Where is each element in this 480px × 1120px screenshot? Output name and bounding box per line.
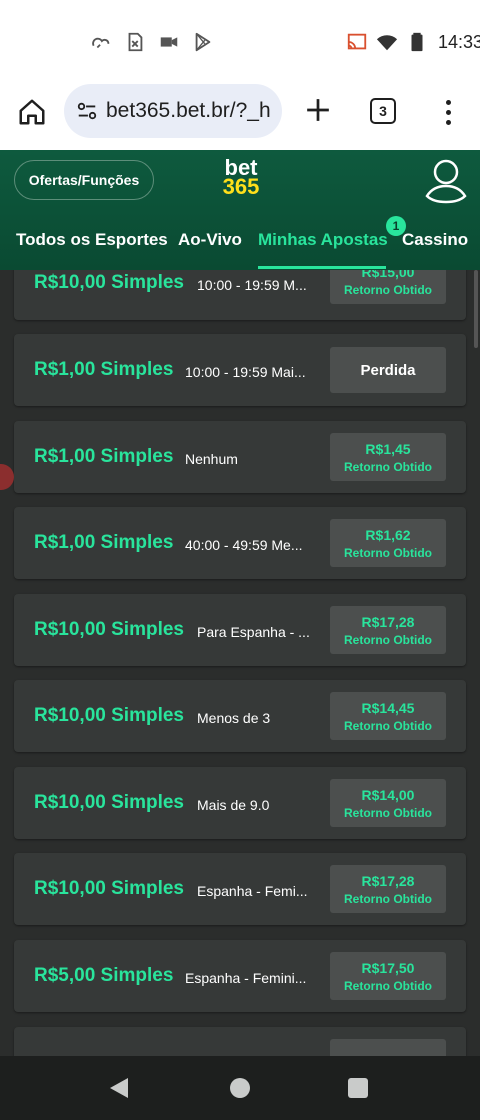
return-amount: R$17,28 bbox=[361, 872, 415, 889]
cashout-result[interactable]: R$14,45 Retorno Obtido bbox=[330, 692, 446, 740]
plus-icon bbox=[307, 99, 329, 121]
bet-card[interactable]: R$1,00 Simples 40:00 - 49:59 Me... R$1,6… bbox=[14, 507, 466, 579]
return-amount: R$1,62 bbox=[365, 526, 411, 543]
cashout-result[interactable]: R$1,62 Retorno Obtido bbox=[330, 519, 446, 567]
bet-description: Mais de 9.0 bbox=[197, 797, 270, 813]
bet-description: Menos de 3 bbox=[197, 710, 271, 726]
return-amount: R$15,00 bbox=[361, 270, 415, 280]
play-store-icon bbox=[195, 32, 211, 52]
bet-card[interactable]: R$10,00 Simples Para Espanha - ... R$17,… bbox=[14, 594, 466, 666]
notification-icons bbox=[90, 31, 214, 53]
tab-cassino[interactable]: Cassino bbox=[402, 230, 468, 250]
active-tab-indicator bbox=[258, 266, 386, 269]
battery-icon bbox=[411, 32, 423, 52]
main-nav: Todos os Esportes Ao-Vivo Minhas Apostas… bbox=[0, 216, 480, 270]
bet-card[interactable] bbox=[14, 1027, 466, 1056]
address-bar[interactable]: bet365.bet.br/?_h bbox=[64, 84, 282, 138]
bet-description: Para Espanha - ... bbox=[197, 624, 310, 640]
home-nav-icon[interactable] bbox=[230, 1078, 250, 1098]
return-label: Retorno Obtido bbox=[344, 545, 432, 560]
wifi-icon bbox=[376, 35, 398, 51]
bets-list: R$10,00 Simples 10:00 - 19:59 M... R$15,… bbox=[0, 270, 480, 1056]
return-amount: R$14,45 bbox=[361, 699, 415, 716]
bet-card[interactable]: R$10,00 Simples Menos de 3 R$14,45 Retor… bbox=[14, 680, 466, 752]
cast-icon bbox=[347, 33, 367, 50]
bet-stake: R$1,00 Simples bbox=[34, 532, 174, 553]
bet-description: Espanha - Femini... bbox=[185, 970, 307, 986]
bet-description: Nenhum bbox=[185, 451, 238, 467]
return-label: Retorno Obtido bbox=[344, 978, 432, 993]
return-label: Retorno Obtido bbox=[344, 459, 432, 474]
return-amount: R$14,00 bbox=[361, 786, 415, 803]
recent-apps-icon[interactable] bbox=[348, 1078, 368, 1098]
user-account-icon[interactable] bbox=[424, 156, 468, 204]
home-button[interactable] bbox=[14, 94, 50, 130]
bet-stake: R$10,00 Simples bbox=[34, 619, 184, 640]
bet-description: 40:00 - 49:59 Me... bbox=[185, 537, 303, 553]
tab-minhas-apostas[interactable]: Minhas Apostas bbox=[258, 230, 388, 250]
system-icons: 14:33 bbox=[346, 31, 480, 53]
return-label: Retorno Obtido bbox=[344, 805, 432, 820]
cashout-result[interactable]: R$15,00 Retorno Obtido bbox=[330, 270, 446, 304]
return-label: Retorno Obtido bbox=[344, 632, 432, 647]
browser-menu-button[interactable] bbox=[436, 92, 460, 132]
cashout-result[interactable]: R$17,28 Retorno Obtido bbox=[330, 865, 446, 913]
bet365-logo[interactable]: bet 365 bbox=[219, 157, 263, 199]
bet-stake: R$1,00 Simples bbox=[34, 446, 174, 467]
site-header: Ofertas/Funções bet 365 Todos os Esporte… bbox=[0, 150, 480, 270]
bet-description: Espanha - Femi... bbox=[197, 883, 308, 899]
tab-ao-vivo[interactable]: Ao-Vivo bbox=[178, 230, 242, 250]
return-label: Retorno Obtido bbox=[344, 891, 432, 906]
return-amount: R$17,28 bbox=[361, 613, 415, 630]
bet-stake: R$10,00 Simples bbox=[34, 878, 184, 899]
back-icon[interactable] bbox=[108, 1076, 130, 1100]
bet-card[interactable]: R$10,00 Simples 10:00 - 19:59 M... R$15,… bbox=[14, 270, 466, 320]
bet-description: 10:00 - 19:59 Mai... bbox=[185, 364, 306, 380]
return-amount: R$17,50 bbox=[361, 959, 415, 976]
cloud-sync-icon bbox=[92, 37, 110, 49]
home-icon bbox=[19, 99, 45, 125]
return-amount: R$1,45 bbox=[365, 440, 411, 457]
lost-result[interactable]: Perdida bbox=[330, 347, 446, 393]
bet-card[interactable]: R$10,00 Simples Espanha - Femi... R$17,2… bbox=[14, 853, 466, 925]
browser-toolbar: bet365.bet.br/?_h 3 bbox=[0, 84, 480, 150]
bet-card[interactable]: R$10,00 Simples Mais de 9.0 R$14,00 Reto… bbox=[14, 767, 466, 839]
clock: 14:33 bbox=[438, 31, 480, 52]
scrollbar[interactable] bbox=[474, 270, 478, 348]
floating-indicator[interactable] bbox=[0, 464, 14, 490]
bet-card[interactable]: R$1,00 Simples 10:00 - 19:59 Mai... Perd… bbox=[14, 334, 466, 406]
tab-switcher-button[interactable]: 3 bbox=[370, 98, 396, 124]
cashout-result[interactable]: R$14,00 Retorno Obtido bbox=[330, 779, 446, 827]
bet-card[interactable]: R$5,00 Simples Espanha - Femini... R$17,… bbox=[14, 940, 466, 1012]
cashout-result[interactable]: R$17,50 Retorno Obtido bbox=[330, 952, 446, 1000]
bet-stake: R$10,00 Simples bbox=[34, 272, 184, 293]
bet-stake: R$10,00 Simples bbox=[34, 705, 184, 726]
sim-card-icon bbox=[128, 32, 143, 52]
video-icon bbox=[160, 37, 178, 47]
bet-stake: R$1,00 Simples bbox=[34, 359, 174, 380]
dot bbox=[445, 109, 451, 115]
lost-label: Perdida bbox=[360, 361, 416, 379]
system-navigation-bar bbox=[0, 1056, 480, 1120]
return-label: Retorno Obtido bbox=[344, 718, 432, 733]
cashout-result[interactable]: R$1,45 Retorno Obtido bbox=[330, 433, 446, 481]
site-settings-icon[interactable] bbox=[76, 100, 98, 122]
bet-stake: R$5,00 Simples bbox=[34, 965, 174, 986]
bet-description: 10:00 - 19:59 M... bbox=[197, 277, 307, 293]
logo-line2: 365 bbox=[222, 174, 260, 199]
offers-button[interactable]: Ofertas/Funções bbox=[14, 160, 154, 200]
status-bar: 14:33 bbox=[0, 0, 480, 84]
cashout-result[interactable]: R$17,28 Retorno Obtido bbox=[330, 606, 446, 654]
return-label: Retorno Obtido bbox=[344, 282, 432, 297]
new-tab-button[interactable] bbox=[300, 92, 336, 128]
tab-todos-os-esportes[interactable]: Todos os Esportes bbox=[16, 230, 168, 250]
cashout-result[interactable] bbox=[330, 1039, 446, 1056]
dot bbox=[445, 99, 451, 105]
bet-stake: R$10,00 Simples bbox=[34, 792, 184, 813]
url-text: bet365.bet.br/?_h bbox=[106, 99, 271, 122]
dot bbox=[445, 119, 451, 125]
bet-card[interactable]: R$1,00 Simples Nenhum R$1,45 Retorno Obt… bbox=[14, 421, 466, 493]
